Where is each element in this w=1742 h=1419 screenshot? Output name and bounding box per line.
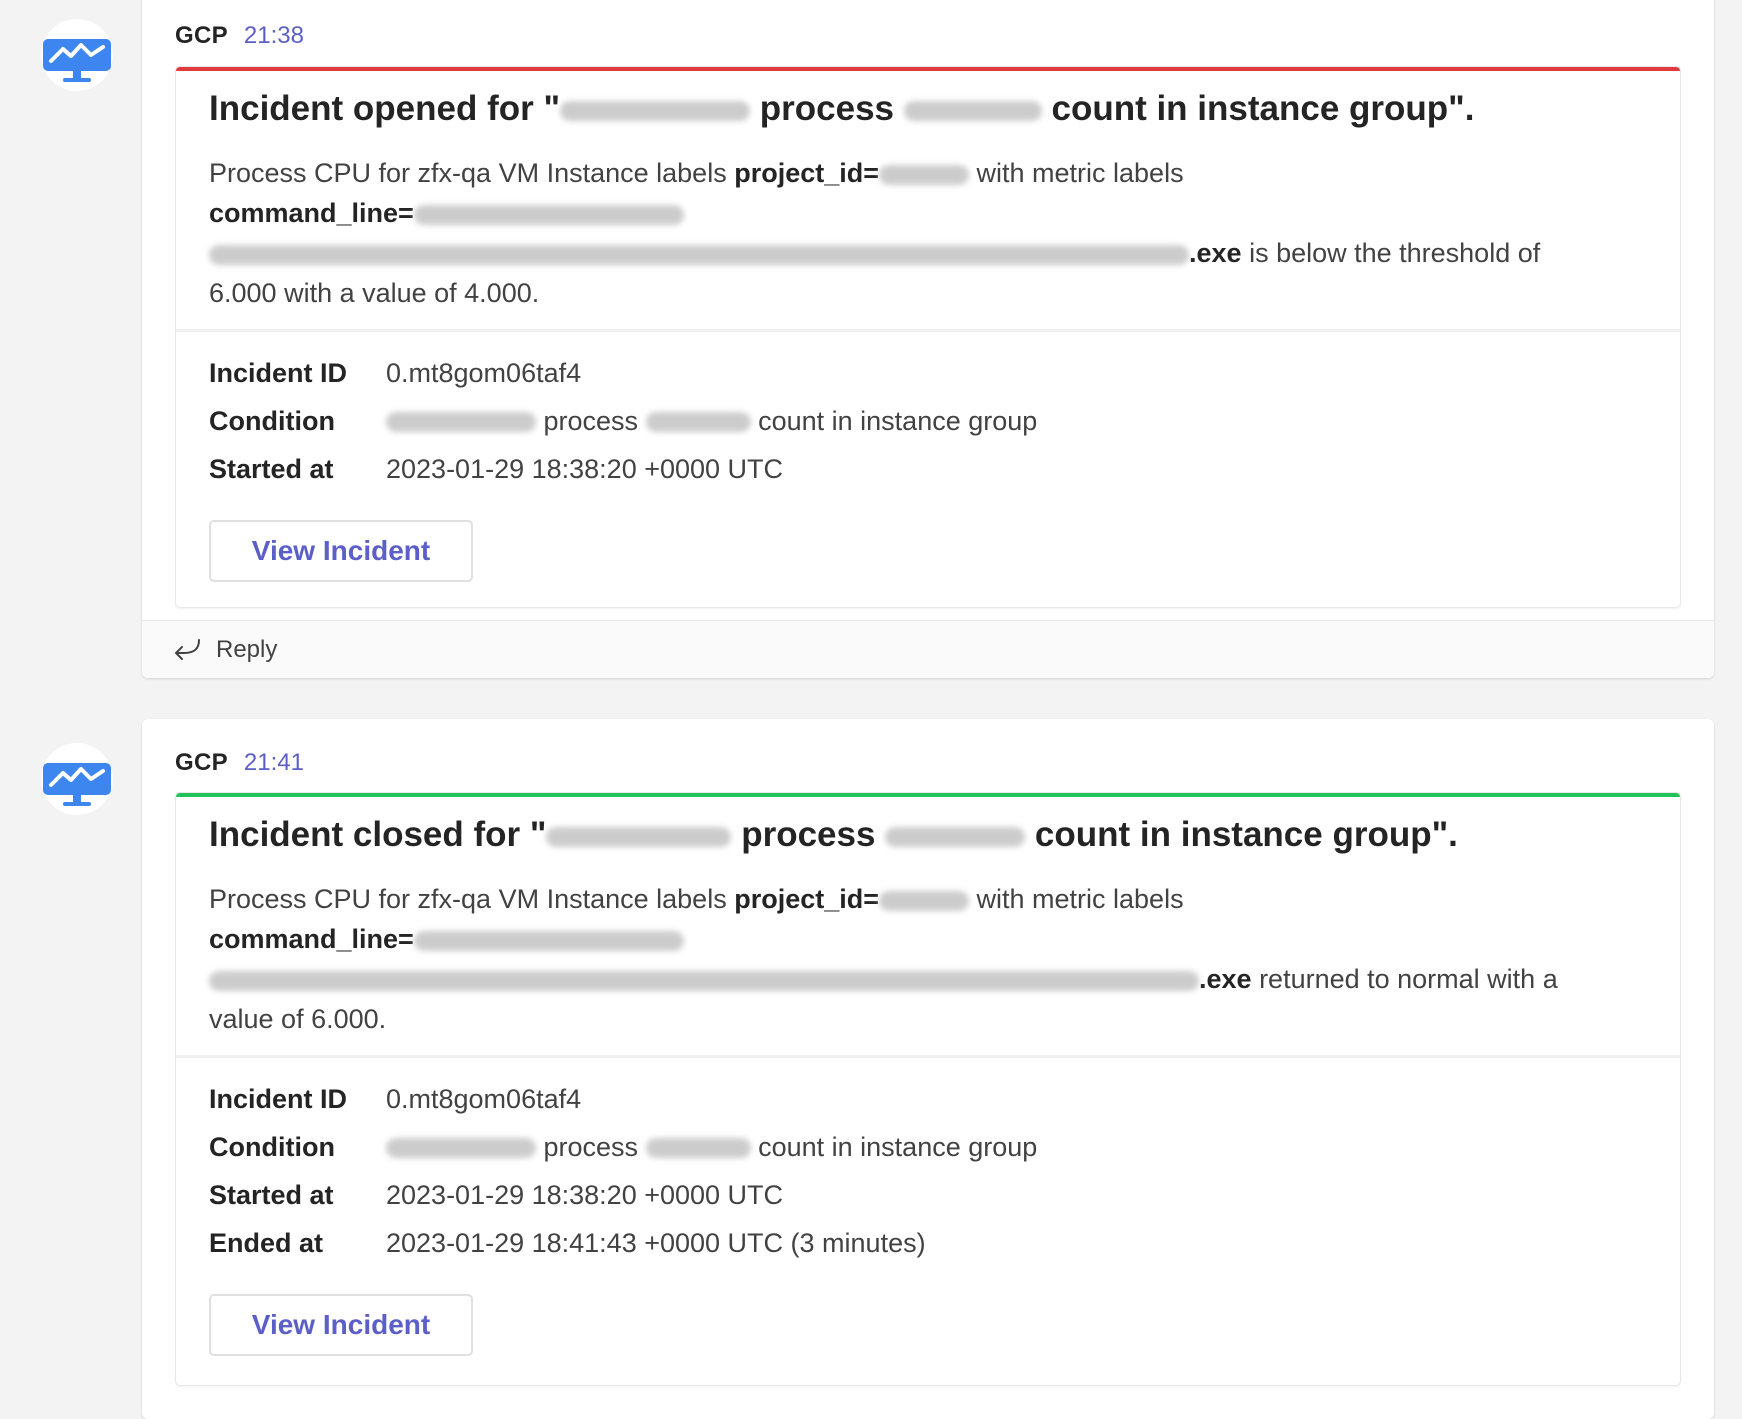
condition-mid: process: [543, 1131, 639, 1162]
redacted-text: [645, 412, 751, 433]
status-bar-opened: [176, 67, 1680, 71]
redacted-text: [903, 100, 1042, 121]
condition-suffix: count in instance group: [758, 1131, 1038, 1162]
redacted-text: [386, 412, 536, 433]
sender-name[interactable]: GCP: [175, 749, 228, 776]
redacted-text: [879, 164, 969, 185]
redacted-text: [413, 930, 684, 951]
fact-set: Incident ID 0.mt8gom06taf4 Condition pro…: [209, 1075, 1037, 1267]
command-line-key: command_line=: [209, 198, 414, 228]
redacted-text: [413, 204, 684, 225]
desc-metric: with metric labels: [969, 884, 1184, 914]
desc-metric: with metric labels: [969, 158, 1184, 188]
reply-label: Reply: [216, 635, 278, 663]
view-incident-button[interactable]: View Incident: [209, 520, 473, 582]
monitor-chart-icon: [43, 39, 111, 82]
message-header: GCP 21:38: [175, 22, 304, 50]
title-suffix: count in instance group".: [1025, 815, 1458, 854]
view-incident-button[interactable]: View Incident: [209, 1294, 473, 1356]
fact-incident-id: Incident ID 0.mt8gom06taf4: [209, 1075, 1037, 1123]
redacted-text: [645, 1138, 751, 1159]
message-incident-opened: GCP 21:38 Incident opened for " process c…: [142, 0, 1714, 678]
redacted-text: [560, 100, 751, 121]
condition-mid: process: [543, 405, 639, 436]
fact-label: Incident ID: [209, 1083, 348, 1114]
title-prefix: Incident opened for ": [209, 89, 561, 128]
title-mid: process: [731, 815, 886, 854]
fact-value: 2023-01-29 18:41:43 +0000 UTC (3 minutes…: [386, 1227, 926, 1258]
fact-value: 0.mt8gom06taf4: [386, 1083, 582, 1114]
fact-label: Condition: [209, 1131, 335, 1162]
message-incident-closed: GCP 21:41 Incident closed for " process c…: [142, 719, 1714, 1419]
card-description: Process CPU for zfx-qa VM Instance label…: [209, 153, 1600, 313]
card-title: Incident opened for " process count in i…: [209, 89, 1650, 129]
redacted-text: [209, 970, 1199, 991]
fact-value: 2023-01-29 18:38:20 +0000 UTC: [386, 453, 784, 484]
bot-avatar[interactable]: [41, 743, 113, 815]
incident-card: Incident opened for " process count in i…: [176, 67, 1680, 607]
fact-label: Started at: [209, 453, 334, 484]
reply-arrow-icon: [175, 638, 200, 660]
fact-started-at: Started at 2023-01-29 18:38:20 +0000 UTC: [209, 1171, 1037, 1219]
desc-lead: Process CPU for zfx-qa VM Instance label…: [209, 158, 735, 188]
project-id-key: project_id=: [734, 158, 879, 188]
fact-ended-at: Ended at 2023-01-29 18:41:43 +0000 UTC (…: [209, 1219, 1037, 1267]
card-description: Process CPU for zfx-qa VM Instance label…: [209, 879, 1600, 1039]
command-line-key: command_line=: [209, 924, 414, 954]
fact-label: Condition: [209, 405, 335, 436]
fact-label: Ended at: [209, 1227, 324, 1258]
fact-value: process count in instance group: [386, 1132, 1037, 1163]
title-mid: process: [750, 89, 904, 128]
fact-condition: Condition process count in instance grou…: [209, 1123, 1037, 1171]
card-title: Incident closed for " process count in i…: [209, 815, 1650, 855]
fact-label: Started at: [209, 1179, 334, 1210]
status-bar-closed: [176, 793, 1680, 797]
fact-value: 2023-01-29 18:38:20 +0000 UTC: [386, 1179, 784, 1210]
sender-name[interactable]: GCP: [175, 22, 228, 49]
redacted-text: [879, 890, 969, 911]
fact-set: Incident ID 0.mt8gom06taf4 Condition pro…: [209, 349, 1037, 493]
reply-button[interactable]: Reply: [142, 620, 1714, 678]
message-header: GCP 21:41: [175, 749, 304, 777]
fact-value: process count in instance group: [386, 406, 1037, 437]
message-timestamp[interactable]: 21:41: [244, 749, 304, 776]
redacted-text: [386, 1138, 536, 1159]
fact-incident-id: Incident ID 0.mt8gom06taf4: [209, 349, 1037, 397]
condition-suffix: count in instance group: [758, 405, 1038, 436]
card-divider: [176, 329, 1680, 332]
monitor-chart-icon: [43, 763, 111, 806]
redacted-text: [546, 826, 732, 847]
fact-started-at: Started at 2023-01-29 18:38:20 +0000 UTC: [209, 445, 1037, 493]
title-prefix: Incident closed for ": [209, 815, 547, 854]
card-divider: [176, 1055, 1680, 1058]
message-timestamp[interactable]: 21:38: [244, 22, 304, 49]
redacted-text: [209, 244, 1189, 265]
redacted-text: [885, 826, 1026, 847]
project-id-key: project_id=: [734, 884, 879, 914]
title-suffix: count in instance group".: [1041, 89, 1475, 128]
bot-avatar[interactable]: [41, 19, 113, 91]
incident-card: Incident closed for " process count in i…: [176, 793, 1680, 1385]
exe-suffix: .exe: [1199, 964, 1252, 994]
fact-value: 0.mt8gom06taf4: [386, 357, 582, 388]
fact-condition: Condition process count in instance grou…: [209, 397, 1037, 445]
desc-lead: Process CPU for zfx-qa VM Instance label…: [209, 884, 735, 914]
exe-suffix: .exe: [1189, 238, 1242, 268]
fact-label: Incident ID: [209, 357, 348, 388]
